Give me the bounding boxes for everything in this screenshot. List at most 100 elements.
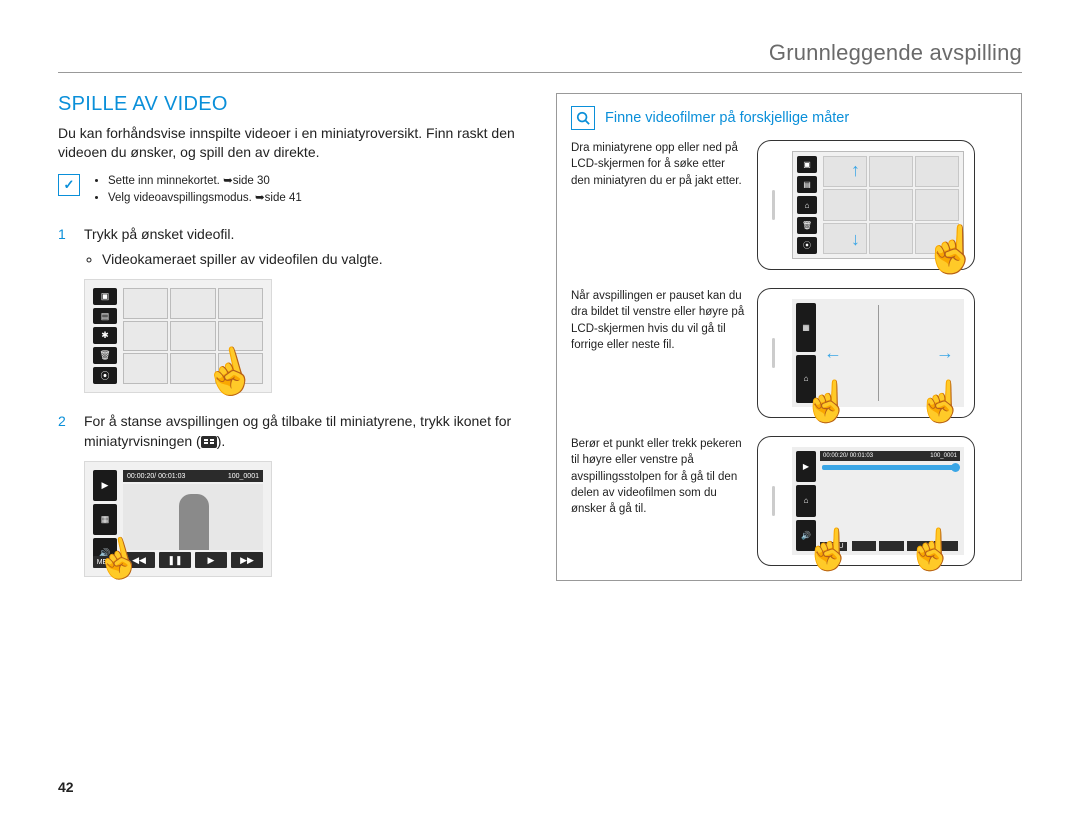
sidebar-icon: ⦿ xyxy=(93,367,117,384)
arrow-icon: ➥ xyxy=(223,175,233,187)
magnifier-icon xyxy=(571,106,595,130)
step-text: ). xyxy=(217,433,226,449)
sidebar-icon: ▣ xyxy=(93,288,117,305)
step-text: Trykk på ønsket videofil. xyxy=(84,226,234,242)
info-row: Når avspillingen er pauset kan du dra bi… xyxy=(571,288,1007,418)
scrub-bar xyxy=(822,465,958,470)
rewind-button: ◀◀ xyxy=(123,552,155,568)
note-list: Sette inn minnekortet. ➥side 30 Velg vid… xyxy=(90,173,302,209)
device-screen: ▦ ⌂ ← → xyxy=(792,299,964,407)
thumbnail-icon: ▦ xyxy=(93,504,117,535)
note-item: Velg videoavspillingsmodus. ➥side 41 xyxy=(108,190,302,208)
device-screen: ▣ ▤ ⌂ 🗑 ⦿ ↑ ↓ xyxy=(792,151,964,259)
sidebar-icon: ▤ xyxy=(93,308,117,325)
clip-name: 100_0001 xyxy=(930,453,957,459)
sidebar-icon: ▤ xyxy=(797,176,817,193)
lcd-sidebar: ▣ ▤ ⌂ 🗑 ⦿ xyxy=(797,156,817,254)
video-player-illustration: ▶ ▦ 🔊 MENU 00:00:20/ 00:01:03 100_0001 ◀… xyxy=(84,461,272,577)
step-item: 1 Trykk på ønsket videofil. Videokamerae… xyxy=(58,224,532,269)
checkmark-icon: ✓ xyxy=(58,174,80,196)
manual-page: Grunnleggende avspilling SPILLE AV VIDEO… xyxy=(0,0,1080,825)
thumbnail-icon: ▦ xyxy=(796,303,816,352)
step-text: For å stanse avspillingen og gå tilbake … xyxy=(84,413,511,449)
info-row-text: Dra miniatyrene opp eller ned på LCD-skj… xyxy=(571,140,745,189)
device-speaker xyxy=(772,338,775,368)
note-text: Sette inn minnekortet. xyxy=(108,175,223,187)
info-row: Berør et punkt eller trekk pekeren til h… xyxy=(571,436,1007,566)
play-button: ▶ xyxy=(195,552,227,568)
home-icon: ⌂ xyxy=(796,355,816,404)
sidebar-icon: ✱ xyxy=(93,327,117,344)
step-item: 2 For å stanse avspillingen og gå tilbak… xyxy=(58,411,532,452)
player-controls: ◀◀ ❚❚ ▶ ▶▶ xyxy=(123,552,263,568)
lcd-sidebar: ▦ ⌂ xyxy=(796,303,816,403)
device-scrub-illustration: ▶ ⌂ 🔊 00:00:20/ 00:01:03 100_0001 MENU xyxy=(757,436,975,566)
lcd-sidebar: ▣ ▤ ✱ 🗑 ⦿ xyxy=(93,288,117,384)
split-line xyxy=(878,305,879,401)
playback-time: 00:00:20/ 00:01:03 xyxy=(823,453,873,459)
player-status-bar: 00:00:20/ 00:01:03 100_0001 xyxy=(123,470,263,482)
pause-button: ❚❚ xyxy=(159,552,191,568)
video-silhouette xyxy=(179,494,209,550)
step-sub-item: Videokameraet spiller av videofilen du v… xyxy=(102,249,532,269)
page-header: Grunnleggende avspilling xyxy=(58,40,1022,66)
arrow-up-icon: ↑ xyxy=(851,160,860,181)
step-body: For å stanse avspillingen og gå tilbake … xyxy=(84,411,532,452)
note-block: ✓ Sette inn minnekortet. ➥side 30 Velg v… xyxy=(58,173,532,209)
device-scroll-illustration: ▣ ▤ ⌂ 🗑 ⦿ ↑ ↓ xyxy=(757,140,975,270)
player-controls xyxy=(852,541,958,551)
info-box: Finne videofilmer på forskjellige måter … xyxy=(556,93,1022,581)
header-divider xyxy=(58,72,1022,73)
lcd-sidebar: ▶ ▦ 🔊 xyxy=(93,470,117,568)
vertical-scroll-arrows: ↑ ↓ xyxy=(851,160,860,250)
info-title-row: Finne videofilmer på forskjellige måter xyxy=(571,106,1007,130)
info-title: Finne videofilmer på forskjellige måter xyxy=(605,110,849,126)
sidebar-icon: 🗑 xyxy=(797,217,817,234)
step-number: 1 xyxy=(58,224,72,269)
step-number: 2 xyxy=(58,411,72,452)
forward-button: ▶▶ xyxy=(231,552,263,568)
step-sublist: Videokameraet spiller av videofilen du v… xyxy=(84,249,532,269)
steps-list: 2 For å stanse avspillingen og gå tilbak… xyxy=(58,411,532,452)
arrow-right-icon: → xyxy=(936,343,954,364)
right-column: Finne videofilmer på forskjellige måter … xyxy=(556,93,1022,595)
device-swipe-illustration: ▦ ⌂ ← → ☝ ☝ xyxy=(757,288,975,418)
sidebar-icon: 🗑 xyxy=(93,347,117,364)
device-speaker xyxy=(772,486,775,516)
arrow-icon: ➥ xyxy=(255,192,265,204)
step-body: Trykk på ønsket videofil. Videokameraet … xyxy=(84,224,532,269)
play-icon: ▶ xyxy=(93,470,117,501)
player-status-bar: 00:00:20/ 00:01:03 100_0001 xyxy=(820,451,960,461)
note-ref: side 30 xyxy=(233,175,270,187)
intro-paragraph: Du kan forhåndsvise innspilte videoer i … xyxy=(58,124,532,163)
clip-name: 100_0001 xyxy=(228,473,259,480)
note-ref: side 41 xyxy=(265,192,302,204)
page-number: 42 xyxy=(58,779,74,795)
sidebar-icon: ▣ xyxy=(797,156,817,173)
home-icon: ⌂ xyxy=(797,196,817,213)
player-viewport xyxy=(123,484,263,550)
device-screen: ▶ ⌂ 🔊 00:00:20/ 00:01:03 100_0001 MENU xyxy=(792,447,964,555)
menu-button: MENU xyxy=(93,556,121,568)
note-text: Velg videoavspillingsmodus. xyxy=(108,192,255,204)
home-icon: ⌂ xyxy=(796,485,816,516)
thumbnail-grid-illustration: ▣ ▤ ✱ 🗑 ⦿ ☝ xyxy=(84,279,272,393)
steps-list: 1 Trykk på ønsket videofil. Videokamerae… xyxy=(58,224,532,269)
thumbnail-grid xyxy=(823,156,959,254)
menu-button: MENU xyxy=(820,542,847,551)
thumbnail-view-icon xyxy=(201,436,217,448)
lcd-sidebar: ▶ ⌂ 🔊 xyxy=(796,451,816,551)
info-row-text: Når avspillingen er pauset kan du dra bi… xyxy=(571,288,745,353)
info-row: Dra miniatyrene opp eller ned på LCD-skj… xyxy=(571,140,1007,270)
thumbnail-grid xyxy=(123,288,263,384)
arrow-down-icon: ↓ xyxy=(851,229,860,250)
arrow-left-icon: ← xyxy=(824,343,842,364)
device-speaker xyxy=(772,190,775,220)
sidebar-icon: ⦿ xyxy=(797,237,817,254)
playback-time: 00:00:20/ 00:01:03 xyxy=(127,473,185,480)
left-column: SPILLE AV VIDEO Du kan forhåndsvise inns… xyxy=(58,93,532,595)
volume-icon: 🔊 xyxy=(796,520,816,551)
section-title: SPILLE AV VIDEO xyxy=(58,93,532,116)
info-row-text: Berør et punkt eller trekk pekeren til h… xyxy=(571,436,745,518)
content-columns: SPILLE AV VIDEO Du kan forhåndsvise inns… xyxy=(58,93,1022,595)
